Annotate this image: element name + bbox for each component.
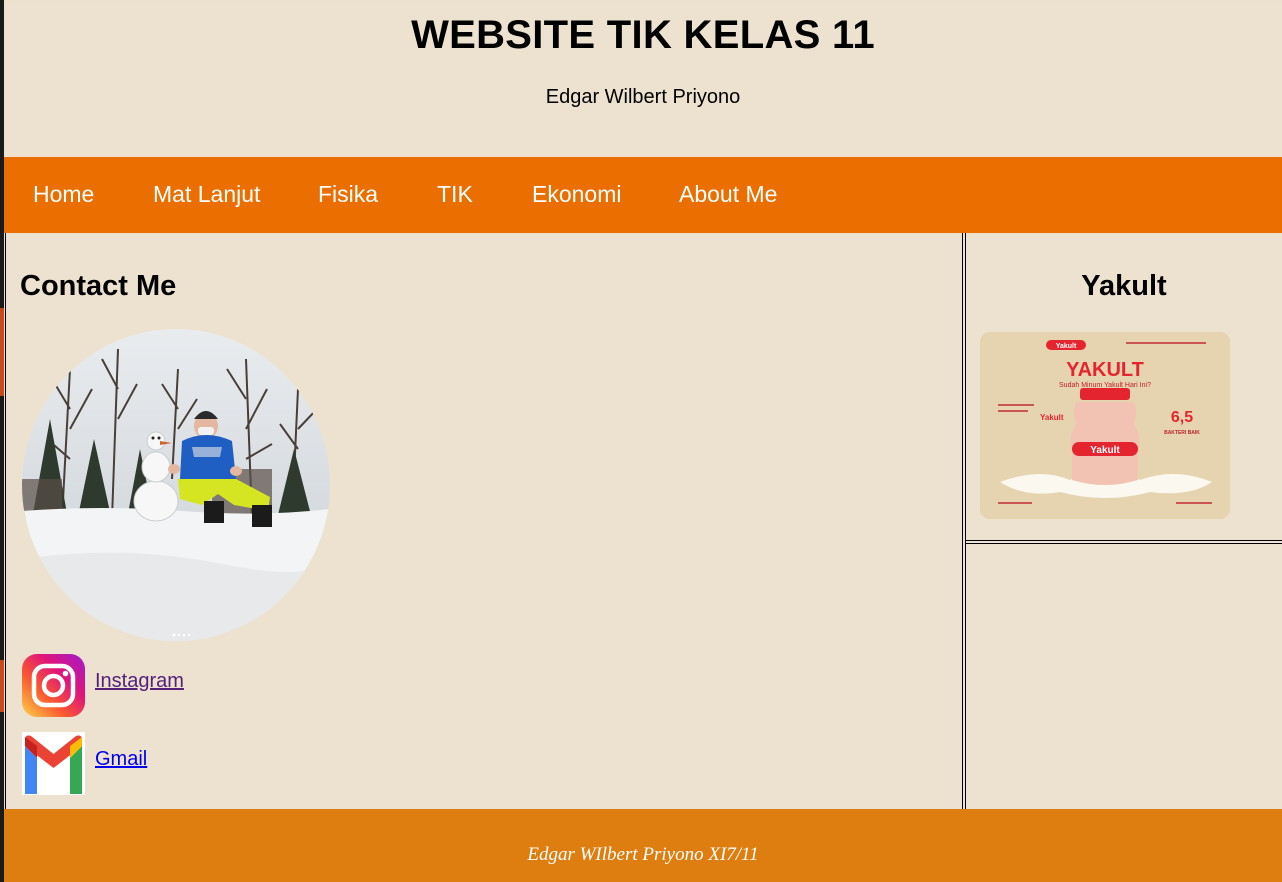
nav-ekonomi[interactable]: Ekonomi — [532, 181, 621, 207]
svg-text:Yakult: Yakult — [1090, 445, 1120, 456]
instagram-link-row: Instagram — [22, 654, 322, 718]
nav-about-me[interactable]: About Me — [679, 181, 777, 207]
instagram-link[interactable]: Instagram — [95, 669, 184, 693]
main-nav: Home Mat Lanjut Fisika TIK Ekonomi About… — [4, 157, 1282, 233]
gmail-link-row: Gmail — [22, 732, 322, 796]
contact-heading: Contact Me — [20, 270, 177, 302]
site-title: WEBSITE TIK KELAS 11 — [411, 13, 875, 57]
ad-tagline: Sudah Minum Yakult Hari Ini? — [1059, 382, 1151, 389]
ad-number: 6,5 — [1171, 409, 1193, 426]
nav-tik[interactable]: TIK — [437, 181, 473, 207]
sidebar: Yakult Yakult YAKULT Sudah Minum Yakult … — [966, 233, 1282, 809]
ad-brand: Yakult — [1056, 343, 1077, 350]
profile-photo — [22, 329, 330, 641]
svg-text:Yakult: Yakult — [1040, 413, 1064, 422]
gmail-link[interactable]: Gmail — [95, 747, 147, 771]
nav-fisika[interactable]: Fisika — [318, 181, 378, 207]
site-footer: Edgar WIlbert Priyono XI7/11 — [4, 809, 1282, 882]
edge-marker — [0, 308, 4, 396]
gmail-icon[interactable] — [22, 732, 85, 795]
contact-section: Contact Me Instagram Gmail — [5, 233, 962, 809]
nav-home[interactable]: Home — [33, 181, 94, 207]
yakult-ad-image: Yakult YAKULT Sudah Minum Yakult Hari In… — [980, 332, 1230, 519]
site-subtitle: Edgar Wilbert Priyono — [545, 86, 741, 108]
instagram-icon[interactable] — [22, 654, 85, 717]
edge-marker — [0, 660, 4, 712]
sidebar-divider — [966, 540, 1282, 544]
sidebar-heading: Yakult — [1081, 270, 1167, 302]
ad-headline: YAKULT — [1066, 359, 1144, 381]
nav-mat-lanjut[interactable]: Mat Lanjut — [153, 181, 260, 207]
site-header: WEBSITE TIK KELAS 11 Edgar Wilbert Priyo… — [4, 3, 1282, 157]
footer-text: Edgar WIlbert Priyono XI7/11 — [527, 844, 759, 865]
ad-number-caption: BAKTERI BAIK — [1164, 430, 1200, 436]
